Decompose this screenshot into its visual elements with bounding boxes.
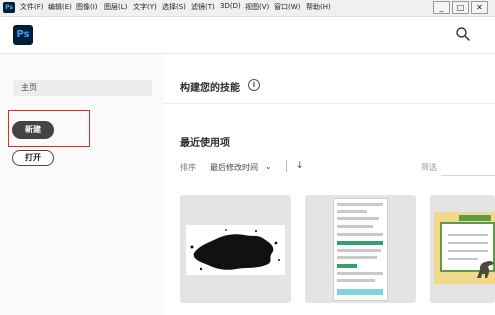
- open-button[interactable]: 打开: [12, 150, 54, 166]
- recent-file-thumbnail[interactable]: [180, 195, 291, 303]
- menu-edit[interactable]: 编辑(E): [48, 2, 72, 12]
- image-preview: [186, 225, 285, 275]
- menu-file[interactable]: 文件(F): [20, 2, 44, 12]
- preview-line: [448, 234, 488, 236]
- preview-line: [337, 210, 367, 213]
- preview-line: [337, 249, 381, 252]
- filter-label: 筛选: [421, 163, 437, 172]
- preview-line: [337, 279, 375, 282]
- slide-tab: [459, 215, 491, 221]
- sort-label: 排序: [180, 163, 196, 172]
- ps-logo: Ps: [13, 25, 33, 45]
- mobile-page-preview: [333, 198, 388, 301]
- minimize-button[interactable]: _: [433, 1, 450, 14]
- menu-bar: Ps 文件(F) 编辑(E) 图像(I) 图层(L) 文字(Y) 选择(S) 滤…: [0, 0, 495, 17]
- app-icon[interactable]: Ps: [3, 2, 15, 13]
- menu-type[interactable]: 文字(Y): [133, 2, 157, 12]
- menu-view[interactable]: 视图(V): [245, 2, 269, 12]
- menu-3d[interactable]: 3D(D): [220, 2, 241, 10]
- preview-line: [337, 203, 383, 206]
- preview-line: [337, 241, 383, 245]
- preview-line: [337, 264, 357, 268]
- recent-heading: 最近使用项: [180, 138, 230, 149]
- search-icon[interactable]: [455, 26, 471, 42]
- sort-direction-icon[interactable]: ↓: [296, 161, 304, 171]
- menu-filter[interactable]: 滤镜(T): [191, 2, 215, 12]
- sidebar-item-home[interactable]: 主页: [13, 80, 152, 96]
- preview-line: [337, 233, 383, 236]
- close-button[interactable]: ✕: [471, 1, 488, 14]
- recent-file-thumbnail[interactable]: [305, 195, 416, 303]
- menu-layer[interactable]: 图层(L): [104, 2, 127, 12]
- new-button[interactable]: 新建: [12, 121, 54, 139]
- app-header: Ps: [0, 17, 495, 54]
- recent-file-thumbnail[interactable]: [430, 195, 495, 303]
- divider: [163, 103, 495, 104]
- menu-window[interactable]: 窗口(W): [274, 2, 300, 12]
- preview-line: [337, 289, 383, 295]
- dinosaur-icon: [477, 260, 494, 278]
- preview-line: [448, 242, 488, 244]
- slide-preview: [434, 212, 495, 284]
- preview-line: [337, 256, 377, 259]
- divider: [286, 160, 287, 172]
- menu-help[interactable]: 帮助(H): [306, 2, 331, 12]
- preview-line: [337, 225, 373, 228]
- sort-dropdown[interactable]: 最后修改时间: [210, 162, 258, 173]
- skills-heading: 构建您的技能: [180, 83, 240, 94]
- preview-line: [448, 250, 488, 252]
- maximize-button[interactable]: □: [452, 1, 469, 14]
- menu-select[interactable]: 选择(S): [162, 2, 186, 12]
- chevron-down-icon[interactable]: ⌄: [265, 162, 272, 171]
- preview-line: [337, 272, 383, 275]
- ink-splash-image: [190, 229, 280, 271]
- menu-image[interactable]: 图像(I): [76, 2, 98, 12]
- preview-line: [337, 217, 379, 220]
- info-icon[interactable]: i: [248, 79, 260, 91]
- filter-input[interactable]: [441, 157, 495, 176]
